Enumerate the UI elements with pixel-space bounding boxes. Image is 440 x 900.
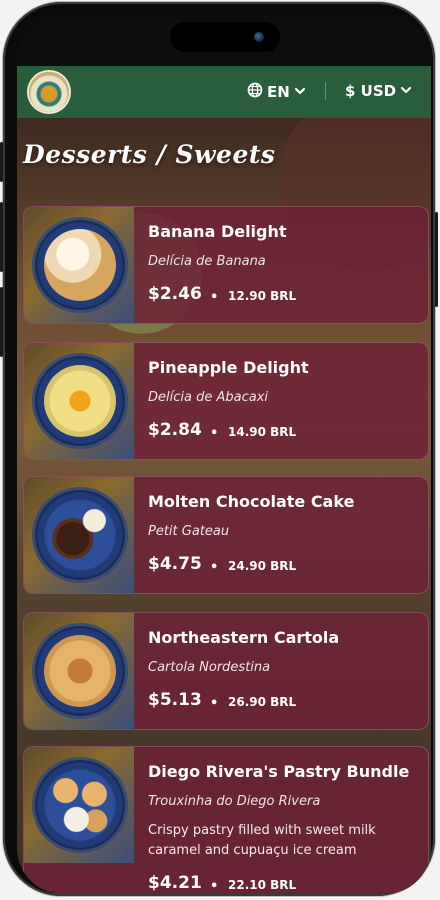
dish-image — [24, 477, 134, 593]
phone-side-button — [0, 202, 3, 272]
item-price: $5.13 — [148, 690, 202, 710]
language-label: EN — [267, 83, 290, 101]
menu-item-card[interactable]: Northeastern Cartola Cartola Nordestina … — [23, 612, 429, 730]
phone-frame: EN $ USD Desserts / Sweets Banana Deligh… — [0, 2, 438, 896]
language-selector[interactable]: EN — [247, 82, 306, 102]
item-subtitle: Cartola Nordestina — [148, 660, 271, 675]
phone-side-button — [0, 142, 3, 182]
currency-selector[interactable]: $ USD — [345, 82, 412, 100]
price-separator: • — [210, 696, 219, 711]
item-subtitle: Delícia de Abacaxi — [148, 390, 269, 405]
item-name: Pineapple Delight — [148, 358, 309, 377]
app-header: EN $ USD — [17, 66, 431, 118]
item-description: Crispy pastry filled with sweet milk car… — [148, 823, 376, 858]
status-bar — [17, 14, 431, 68]
item-name: Diego Rivera's Pastry Bundle — [148, 762, 410, 781]
dynamic-island — [170, 22, 280, 52]
banana-dessert-shape — [44, 229, 116, 301]
dish-image — [24, 207, 134, 323]
item-alt-price: 14.90 BRL — [228, 425, 297, 439]
chevron-down-icon — [400, 82, 412, 100]
header-divider — [325, 82, 326, 100]
menu-item-card[interactable]: Pineapple Delight Delícia de Abacaxi $2.… — [23, 342, 429, 460]
item-name: Molten Chocolate Cake — [148, 492, 355, 511]
item-alt-price: 22.10 BRL — [228, 878, 297, 892]
item-alt-price: 12.90 BRL — [228, 289, 297, 303]
dish-image — [24, 747, 134, 863]
currency-label: $ USD — [345, 82, 397, 100]
item-alt-price: 24.90 BRL — [228, 559, 297, 573]
phone-screen: EN $ USD Desserts / Sweets Banana Deligh… — [17, 14, 431, 894]
item-price: $4.21 — [148, 873, 202, 893]
item-price: $4.75 — [148, 554, 202, 574]
menu-item-card[interactable]: Banana Delight Delícia de Banana $2.46 •… — [23, 206, 429, 324]
dish-image — [24, 343, 134, 459]
item-price: $2.84 — [148, 420, 202, 440]
item-subtitle: Petit Gateau — [148, 524, 230, 539]
camera-icon — [254, 32, 264, 42]
menu-item-card[interactable]: Diego Rivera's Pastry Bundle Trouxinha d… — [23, 746, 429, 894]
item-alt-price: 26.90 BRL — [228, 695, 297, 709]
item-subtitle: Trouxinha do Diego Rivera — [148, 794, 321, 809]
price-separator: • — [210, 879, 219, 894]
menu-content[interactable]: Desserts / Sweets Banana Delight Delícia… — [17, 118, 431, 894]
globe-icon — [247, 82, 263, 102]
page-title: Desserts / Sweets — [23, 140, 276, 169]
chocolate-cake-shape — [44, 499, 116, 571]
phone-side-button — [435, 212, 438, 307]
item-name: Banana Delight — [148, 222, 287, 241]
item-subtitle: Delícia de Banana — [148, 254, 266, 269]
dish-image — [24, 613, 134, 729]
item-name: Northeastern Cartola — [148, 628, 340, 647]
chevron-down-icon — [294, 83, 306, 101]
restaurant-logo[interactable] — [29, 72, 69, 112]
cartola-dessert-shape — [44, 635, 116, 707]
menu-item-card[interactable]: Molten Chocolate Cake Petit Gateau $4.75… — [23, 476, 429, 594]
price-separator: • — [210, 560, 219, 575]
price-separator: • — [210, 290, 219, 305]
item-price: $2.46 — [148, 284, 202, 304]
price-separator: • — [210, 426, 219, 441]
pineapple-dessert-shape — [44, 365, 116, 437]
pastry-bundle-shape — [44, 769, 116, 841]
phone-side-button — [0, 287, 3, 357]
